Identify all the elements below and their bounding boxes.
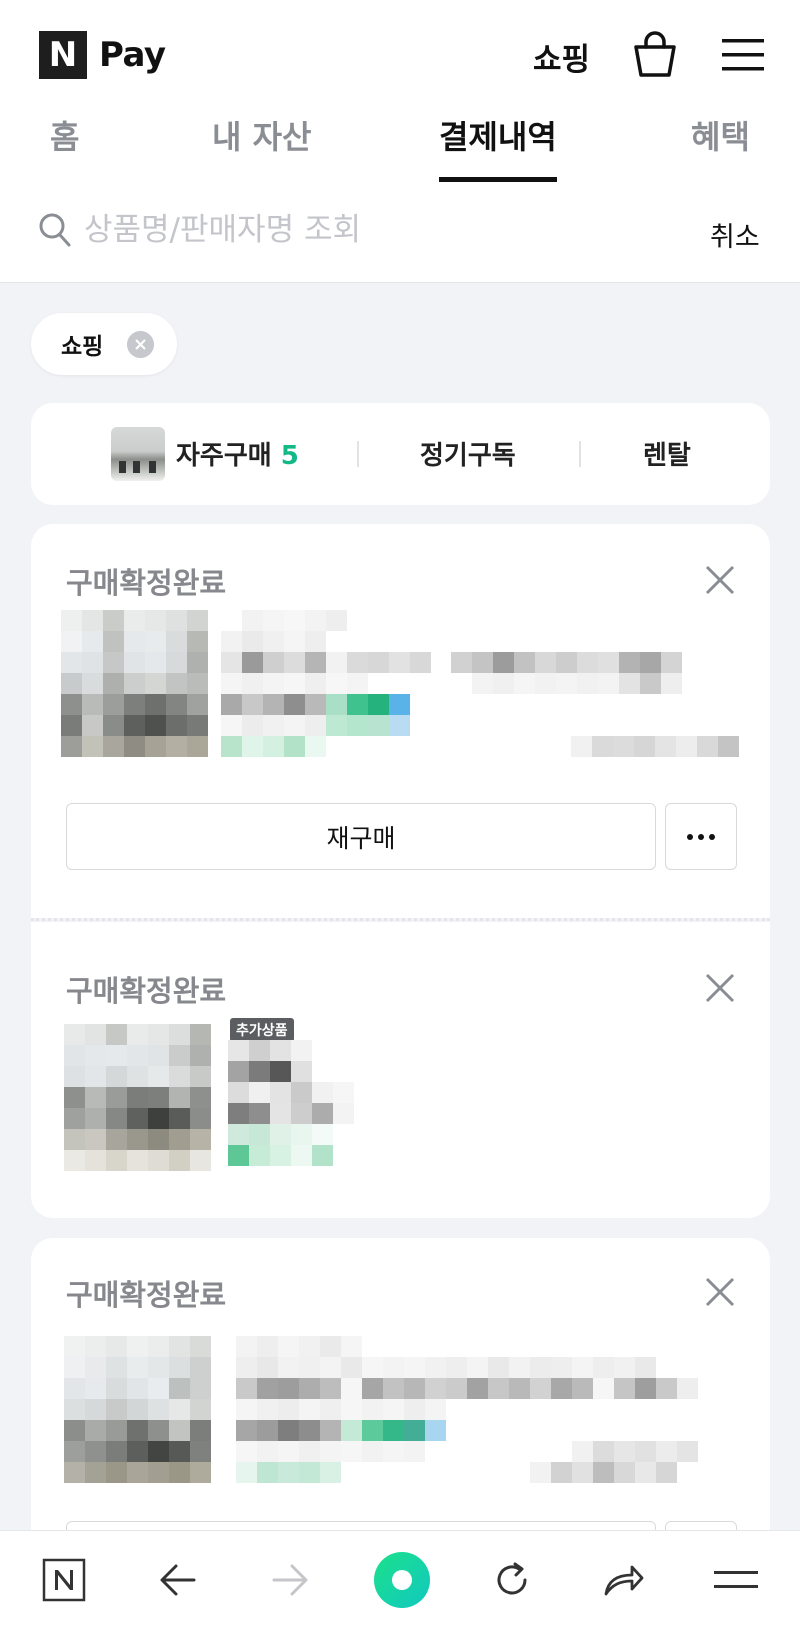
browser-bottom-nav — [0, 1530, 800, 1627]
share-icon — [604, 1565, 644, 1595]
extra-product-badge: 추가상품 — [230, 1018, 294, 1042]
shopping-filter-chip[interactable]: 쇼핑 — [31, 313, 177, 375]
clear-filter-icon[interactable] — [127, 331, 154, 358]
tab-home[interactable]: 홈 — [50, 112, 79, 182]
pay-logo-text: Pay — [99, 35, 166, 75]
tab-benefits[interactable]: 혜택 — [691, 112, 750, 182]
order-status: 구매확정완료 — [66, 566, 227, 600]
shopping-link[interactable]: 쇼핑 — [533, 34, 590, 79]
green-dot-button[interactable] — [354, 1531, 450, 1627]
naver-logo-mark: N — [39, 31, 87, 79]
frequent-purchase-button[interactable]: 자주구매 5 — [176, 435, 299, 472]
forward-arrow-icon — [272, 1564, 308, 1595]
search-row: 취소 — [0, 200, 800, 264]
green-dot-icon — [374, 1551, 430, 1608]
order-status: 구매확정완료 — [66, 974, 227, 1008]
order-status: 구매확정완료 — [66, 1278, 227, 1312]
tab-my-assets[interactable]: 내 자산 — [212, 112, 311, 182]
naver-pay-logo[interactable]: N Pay — [39, 31, 166, 79]
refresh-button[interactable] — [464, 1531, 560, 1627]
main-tabs: 홈 내 자산 결제내역 혜택 — [0, 112, 800, 182]
search-input[interactable] — [84, 206, 644, 254]
frequent-purchase-count: 5 — [280, 441, 299, 471]
shopping-bag-icon[interactable] — [632, 30, 678, 78]
close-icon[interactable] — [704, 564, 736, 596]
top-bar: N Pay 쇼핑 홈 내 자산 결제내역 혜택 취소 — [0, 0, 800, 283]
cancel-button[interactable]: 취소 — [710, 215, 760, 254]
more-dots-icon — [687, 833, 715, 840]
order-card: 구매확정완료 — [31, 1238, 770, 1571]
menu-button[interactable] — [688, 1531, 784, 1627]
share-button[interactable] — [576, 1531, 672, 1627]
filter-chip-label: 쇼핑 — [61, 334, 104, 360]
card-divider — [31, 918, 770, 921]
divider — [579, 441, 581, 467]
purchase-type-filter: 자주구매 5 정기구독 렌탈 — [31, 403, 770, 505]
rebuy-button[interactable]: 재구매 — [66, 803, 656, 870]
naver-home-icon — [42, 1558, 86, 1601]
refresh-icon — [497, 1562, 527, 1594]
product-image[interactable] — [64, 1336, 211, 1483]
order-card: 구매확정완료 추가상품 — [31, 922, 770, 1218]
frequent-purchase-label: 자주구매 — [176, 441, 272, 471]
back-button[interactable] — [130, 1531, 226, 1627]
naver-home-button[interactable] — [16, 1531, 112, 1627]
menu-icon — [714, 1570, 758, 1588]
forward-button[interactable] — [242, 1531, 338, 1627]
tab-payment-history[interactable]: 결제내역 — [439, 112, 557, 182]
close-icon[interactable] — [704, 972, 736, 1004]
rental-button[interactable]: 렌탈 — [643, 435, 691, 472]
hamburger-menu-icon[interactable] — [722, 36, 764, 74]
order-card: 구매확정완료 재구매 — [31, 524, 770, 918]
close-icon[interactable] — [704, 1276, 736, 1308]
search-icon — [39, 213, 71, 247]
product-info-blurred[interactable] — [228, 1040, 354, 1166]
product-info-blurred[interactable] — [236, 1336, 698, 1483]
product-image[interactable] — [64, 1024, 211, 1171]
more-options-button[interactable] — [665, 803, 737, 870]
price-info-blurred — [451, 652, 682, 694]
product-image[interactable] — [61, 610, 208, 757]
subscription-button[interactable]: 정기구독 — [420, 435, 516, 472]
divider — [357, 441, 359, 467]
product-info-blurred[interactable] — [221, 610, 431, 757]
frequent-purchase-thumbnail — [111, 427, 165, 481]
back-arrow-icon — [160, 1564, 196, 1595]
date-info-blurred — [571, 736, 739, 757]
